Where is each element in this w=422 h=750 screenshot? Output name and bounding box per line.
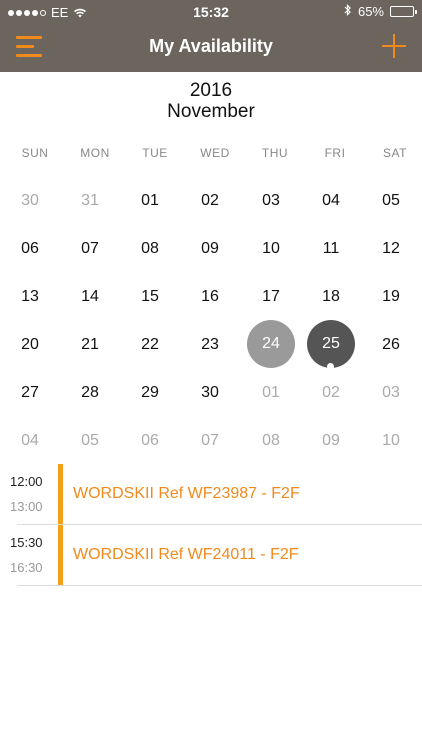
event-row[interactable]: 15:30 16:30 WORDSKII Ref WF24011 - F2F	[0, 525, 422, 586]
calendar-day[interactable]: 07	[65, 226, 115, 274]
add-icon[interactable]	[382, 34, 406, 58]
weekday-label: MON	[80, 146, 110, 160]
weekday-label: THU	[261, 146, 289, 160]
weekday-label: SUN	[21, 146, 49, 160]
calendar-day[interactable]: 22	[125, 322, 175, 370]
calendar-day[interactable]: 10	[246, 226, 296, 274]
calendar-day[interactable]: 14	[65, 274, 115, 322]
event-end-time: 13:00	[10, 499, 43, 514]
calendar-day[interactable]: 04	[5, 418, 55, 466]
calendar-day[interactable]: 24	[246, 320, 296, 370]
nav-bar: My Availability	[0, 24, 422, 72]
calendar-day[interactable]: 08	[125, 226, 175, 274]
top-bar: EE 15:32 65% My Availability	[0, 0, 422, 72]
calendar-day[interactable]: 25	[306, 320, 356, 370]
calendar-day[interactable]: 30	[185, 370, 235, 418]
calendar-grid: 30 31 01 02 03 04 05 06 07 08 09 10 11 12 13 14 15 16 17 18…	[0, 178, 422, 466]
calendar-day[interactable]: 10	[366, 418, 416, 466]
highlighted-day-circle: 24	[247, 320, 295, 368]
calendar-day[interactable]: 04	[306, 178, 356, 226]
calendar-day[interactable]: 20	[5, 322, 55, 370]
calendar-day[interactable]: 03	[246, 178, 296, 226]
calendar-day[interactable]: 11	[306, 226, 356, 274]
event-list: 12:00 13:00 WORDSKII Ref WF23987 - F2F 15:3…	[0, 464, 422, 586]
calendar-day[interactable]: 17	[246, 274, 296, 322]
calendar-day[interactable]: 21	[65, 322, 115, 370]
calendar-day[interactable]: 06	[5, 226, 55, 274]
event-color-bar	[58, 525, 63, 586]
status-right: 65%	[344, 4, 417, 19]
page-title: My Availability	[149, 36, 273, 56]
event-row[interactable]: 12:00 13:00 WORDSKII Ref WF23987 - F2F	[0, 464, 422, 525]
event-times: 15:30 16:30	[10, 535, 50, 575]
calendar-day[interactable]: 06	[125, 418, 175, 466]
bluetooth-icon	[344, 4, 352, 19]
event-start-time: 15:30	[10, 535, 43, 550]
weekday-label: SAT	[383, 146, 407, 160]
calendar-day[interactable]: 30	[5, 178, 55, 226]
weekday-label: FRI	[324, 146, 346, 160]
calendar-day[interactable]: 02	[185, 178, 235, 226]
calendar-day[interactable]: 27	[5, 370, 55, 418]
calendar-day[interactable]: 29	[125, 370, 175, 418]
calendar-day[interactable]: 09	[306, 418, 356, 466]
day-number: 25	[322, 335, 340, 352]
calendar-day[interactable]: 07	[185, 418, 235, 466]
event-times: 12:00 13:00	[10, 474, 50, 514]
event-title: WORDSKII Ref WF23987 - F2F	[73, 485, 300, 502]
calendar-day[interactable]: 28	[65, 370, 115, 418]
event-end-time: 16:30	[10, 560, 43, 575]
calendar-day[interactable]: 01	[246, 370, 296, 418]
calendar-day[interactable]: 05	[65, 418, 115, 466]
calendar-day[interactable]: 23	[185, 322, 235, 370]
calendar-day[interactable]: 26	[366, 322, 416, 370]
calendar-day[interactable]: 18	[306, 274, 356, 322]
selected-day-circle: 25	[307, 320, 355, 368]
event-title: WORDSKII Ref WF24011 - F2F	[73, 546, 299, 563]
calendar-day[interactable]: 09	[185, 226, 235, 274]
calendar-day[interactable]: 05	[366, 178, 416, 226]
event-indicator-dot	[327, 363, 334, 370]
calendar-year: 2016	[189, 80, 233, 101]
calendar-day[interactable]: 02	[306, 370, 356, 418]
calendar-day[interactable]: 31	[65, 178, 115, 226]
calendar-month: November	[167, 101, 255, 122]
event-color-bar	[58, 464, 63, 525]
calendar-day[interactable]: 15	[125, 274, 175, 322]
calendar-day[interactable]: 12	[366, 226, 416, 274]
calendar-day[interactable]: 16	[185, 274, 235, 322]
calendar-day[interactable]: 19	[366, 274, 416, 322]
divider	[17, 585, 422, 586]
event-start-time: 12:00	[10, 474, 43, 489]
status-bar: EE 15:32 65%	[0, 0, 422, 24]
calendar-day[interactable]: 01	[125, 178, 175, 226]
calendar-day[interactable]: 03	[366, 370, 416, 418]
calendar-day[interactable]: 13	[5, 274, 55, 322]
battery-percent: 65%	[357, 4, 384, 19]
weekday-label: WED	[200, 146, 230, 160]
day-number: 24	[262, 335, 280, 352]
weekday-label: TUE	[142, 146, 168, 160]
battery-icon	[390, 6, 417, 17]
weekday-header: SUN MON TUE WED THU FRI SAT	[0, 146, 422, 162]
calendar-day[interactable]: 08	[246, 418, 296, 466]
